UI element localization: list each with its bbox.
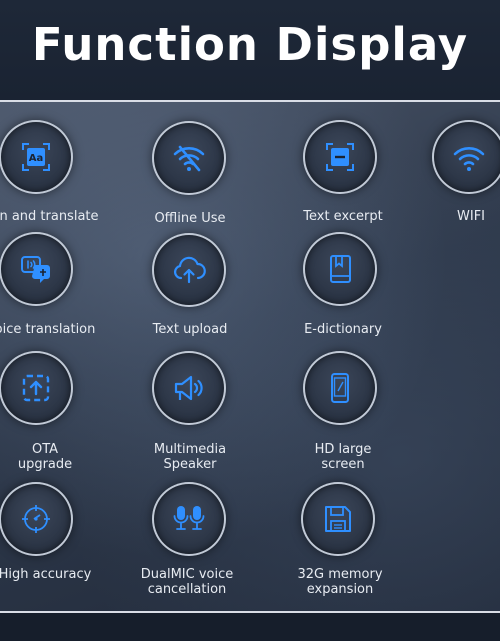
page-title: Function Display bbox=[31, 18, 469, 71]
feature-label: expansion bbox=[306, 582, 374, 597]
feature-dual-mic bbox=[152, 482, 226, 556]
feature-ota-upgrade bbox=[0, 351, 73, 425]
scan-translate-icon: Aa bbox=[22, 143, 50, 171]
feature-text-upload bbox=[152, 233, 226, 307]
feature-voice-translation bbox=[0, 232, 73, 306]
feature-label: DualMIC voice bbox=[140, 567, 234, 582]
floppy-disk-icon bbox=[325, 506, 351, 532]
feature-label: 32G memory bbox=[297, 567, 383, 582]
feature-text-excerpt bbox=[303, 120, 377, 194]
dual-microphone-icon bbox=[173, 506, 205, 530]
feature-label: E-dictionary bbox=[304, 322, 382, 337]
feature-e-dictionary bbox=[303, 232, 377, 306]
feature-multimedia-speaker bbox=[152, 351, 226, 425]
feature-high-accuracy bbox=[0, 482, 73, 556]
feature-label: Text upload bbox=[152, 322, 228, 337]
wifi-icon bbox=[453, 147, 485, 171]
phone-screen-icon bbox=[331, 373, 349, 403]
speaker-icon bbox=[174, 375, 203, 401]
feature-label: cancellation bbox=[147, 582, 227, 597]
cloud-upload-icon bbox=[174, 256, 206, 284]
title-bar: Function Display bbox=[0, 0, 500, 100]
offline-wifi-icon bbox=[173, 145, 205, 172]
svg-text:Aa: Aa bbox=[29, 153, 44, 164]
feature-hd-screen bbox=[303, 351, 377, 425]
feature-memory-expansion bbox=[301, 482, 375, 556]
feature-panel bbox=[0, 100, 500, 613]
feature-label: Offline Use bbox=[154, 211, 226, 226]
bottom-bar bbox=[0, 613, 500, 641]
feature-label: Multimedia bbox=[153, 442, 227, 457]
feature-label: WIFI bbox=[457, 209, 485, 224]
ota-upgrade-icon bbox=[22, 374, 50, 402]
feature-label: HD large bbox=[314, 442, 372, 457]
feature-wifi bbox=[432, 120, 500, 194]
feature-label: screen bbox=[321, 457, 365, 472]
book-icon bbox=[330, 255, 351, 283]
feature-scan-translate: Aa bbox=[0, 120, 73, 194]
feature-offline-use bbox=[152, 121, 226, 195]
target-icon bbox=[22, 505, 50, 533]
feature-label: Speaker bbox=[163, 457, 217, 472]
voice-translation-icon bbox=[21, 256, 50, 283]
text-excerpt-icon bbox=[326, 143, 354, 171]
